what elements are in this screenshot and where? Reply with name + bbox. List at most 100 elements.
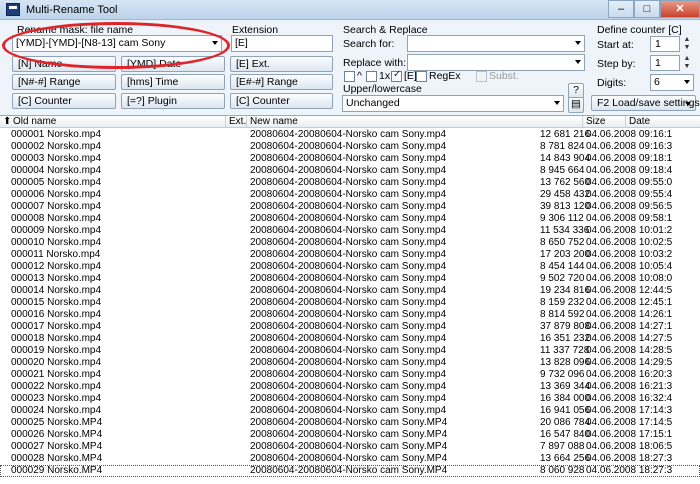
size-cell: 39 813 120 [540,201,591,212]
name-button[interactable]: [N] Name [12,56,116,72]
maximize-button[interactable]: □ [634,0,660,18]
table-row[interactable]: 000005 Norsko.mp4 20080604-20080604-Norsk… [0,177,700,189]
new-name-cell: 20080604-20080604-Norsko cam Sony.mp4 [250,141,447,152]
table-row[interactable]: 000023 Norsko.mp4 20080604-20080604-Norsk… [0,393,700,405]
table-row[interactable]: 000018 Norsko.mp4 20080604-20080604-Norsk… [0,333,700,345]
table-row[interactable]: 000001 Norsko.mp4 20080604-20080604-Norsk… [0,129,700,141]
table-row[interactable]: 000020 Norsko.mp4 20080604-20080604-Norsk… [0,357,700,369]
size-cell: 13 664 256 [540,453,591,464]
close-button[interactable]: ✕ [660,0,700,18]
start-at-input[interactable]: 1 ▲ ▼ [650,36,690,52]
plugin-button[interactable]: [=?] Plugin [121,93,225,109]
subst-checkbox[interactable] [476,71,487,82]
file-list[interactable]: ⬆ Old name Ext. New name Size Date 00000… [0,115,700,484]
old-name-cell: 000012 Norsko.mp4 [11,261,102,272]
digits-select[interactable]: 6 [650,74,694,91]
column-old-name[interactable]: Old name [13,116,56,128]
edit-names-button[interactable]: ▤ [568,97,584,113]
new-name-cell: 20080604-20080604-Norsko cam Sony.mp4 [250,297,447,308]
table-row[interactable]: 000004 Norsko.mp4 20080604-20080604-Norsk… [0,165,700,177]
ext-counter-button[interactable]: [C] Counter [230,93,333,109]
table-row[interactable]: 000010 Norsko.mp4 20080604-20080604-Norsk… [0,237,700,249]
old-name-cell: 000018 Norsko.mp4 [11,333,102,344]
new-name-cell: 20080604-20080604-Norsko cam Sony.mp4 [250,333,447,344]
caret-checkbox[interactable] [344,71,355,82]
date-cell: 04.06.2008 17:14:5 [586,417,673,428]
ext-range-button[interactable]: [E#-#] Range [230,74,333,90]
digits-value: 6 [654,76,660,88]
table-row[interactable]: 000006 Norsko.mp4 20080604-20080604-Norsk… [0,189,700,201]
size-cell: 16 547 840 [540,429,591,440]
table-row[interactable]: 000026 Norsko.MP4 20080604-20080604-Norsk… [0,429,700,441]
column-new-name[interactable]: New name [250,116,298,128]
spin-updown-icon[interactable]: ▲ ▼ [681,36,693,52]
table-row[interactable]: 000017 Norsko.mp4 20080604-20080604-Norsk… [0,321,700,333]
table-row[interactable]: 000013 Norsko.mp4 20080604-20080604-Norsk… [0,273,700,285]
size-cell: 8 060 928 [540,465,585,476]
new-name-cell: 20080604-20080604-Norsko cam Sony.MP4 [250,417,448,428]
old-name-cell: 000021 Norsko.mp4 [11,369,102,380]
step-by-input[interactable]: 1 ▲ ▼ [650,55,690,71]
extension-input[interactable]: [E] [231,35,333,52]
rename-mask-input[interactable]: [YMD]-[YMD]-[N8-13] cam Sony [12,35,222,52]
column-ext[interactable]: Ext. [229,116,246,128]
replace-with-input[interactable] [407,54,585,71]
table-row[interactable]: 000021 Norsko.mp4 20080604-20080604-Norsk… [0,369,700,381]
date-cell: 04.06.2008 18:27:3 [586,453,673,464]
chevron-down-icon[interactable] [212,41,218,45]
column-date[interactable]: Date [629,116,650,128]
new-name-cell: 20080604-20080604-Norsko cam Sony.mp4 [250,321,447,332]
table-row[interactable]: 000014 Norsko.mp4 20080604-20080604-Norsk… [0,285,700,297]
table-row[interactable]: 000028 Norsko.MP4 20080604-20080604-Norsk… [0,453,700,465]
table-row[interactable]: 000022 Norsko.mp4 20080604-20080604-Norsk… [0,381,700,393]
regex-checkbox[interactable] [416,71,427,82]
column-size[interactable]: Size [586,116,605,128]
date-button[interactable]: [YMD] Date [121,56,225,72]
table-row[interactable]: 000024 Norsko.mp4 20080604-20080604-Norsk… [0,405,700,417]
minimize-button[interactable]: – [608,0,634,18]
size-cell: 13 762 560 [540,177,591,188]
date-cell: 04.06.2008 12:45:1 [586,297,673,308]
column-divider[interactable] [582,116,583,128]
caret-label: ^ [357,70,362,82]
table-row[interactable]: 000025 Norsko.MP4 20080604-20080604-Norsk… [0,417,700,429]
table-row[interactable]: 000007 Norsko.mp4 20080604-20080604-Norsk… [0,201,700,213]
counter-button[interactable]: [C] Counter [12,93,116,109]
once-checkbox[interactable] [366,71,377,82]
table-row[interactable]: 000019 Norsko.mp4 20080604-20080604-Norsk… [0,345,700,357]
old-name-cell: 000019 Norsko.mp4 [11,345,102,356]
table-row[interactable]: 000012 Norsko.mp4 20080604-20080604-Norsk… [0,261,700,273]
search-for-input[interactable] [407,35,585,52]
size-cell: 9 732 096 [540,369,585,380]
sort-arrow-icon[interactable]: ⬆ [3,116,11,128]
chevron-down-icon[interactable] [554,101,560,105]
table-row[interactable]: 000015 Norsko.mp4 20080604-20080604-Norsk… [0,297,700,309]
table-row[interactable]: 000029 Norsko.MP4 20080604-20080604-Norsk… [0,465,700,477]
table-row[interactable]: 000008 Norsko.mp4 20080604-20080604-Norsk… [0,213,700,225]
new-name-cell: 20080604-20080604-Norsko cam Sony.mp4 [250,357,447,368]
table-row[interactable]: 000011 Norsko.mp4 20080604-20080604-Norsk… [0,249,700,261]
table-row[interactable]: 000027 Norsko.MP4 20080604-20080604-Norsk… [0,441,700,453]
range-button[interactable]: [N#-#] Range [12,74,116,90]
column-divider[interactable] [625,116,626,128]
size-cell: 16 351 232 [540,333,591,344]
case-label: Upper/lowercase [343,83,422,95]
column-divider[interactable] [225,116,226,128]
load-save-settings-button[interactable]: F2 Load/save settings [591,95,700,111]
table-row[interactable]: 000016 Norsko.mp4 20080604-20080604-Norsk… [0,309,700,321]
spin-updown-icon[interactable]: ▲ ▼ [681,55,693,71]
table-row[interactable]: 000002 Norsko.mp4 20080604-20080604-Norsk… [0,141,700,153]
extension-checkbox[interactable] [391,69,402,82]
table-row[interactable]: 000003 Norsko.mp4 20080604-20080604-Norsk… [0,153,700,165]
chevron-down-icon[interactable] [684,80,690,84]
chevron-down-icon[interactable] [575,60,581,64]
step-by-label: Step by: [597,58,636,70]
date-cell: 04.06.2008 10:08:0 [586,273,673,284]
chevron-down-icon[interactable] [575,41,581,45]
column-divider[interactable] [246,116,247,128]
case-select[interactable]: Unchanged [342,95,564,112]
size-cell: 8 650 752 [540,237,585,248]
ext-button[interactable]: [E] Ext. [230,56,333,72]
time-button[interactable]: [hms] Time [121,74,225,90]
table-row[interactable]: 000009 Norsko.mp4 20080604-20080604-Norsk… [0,225,700,237]
